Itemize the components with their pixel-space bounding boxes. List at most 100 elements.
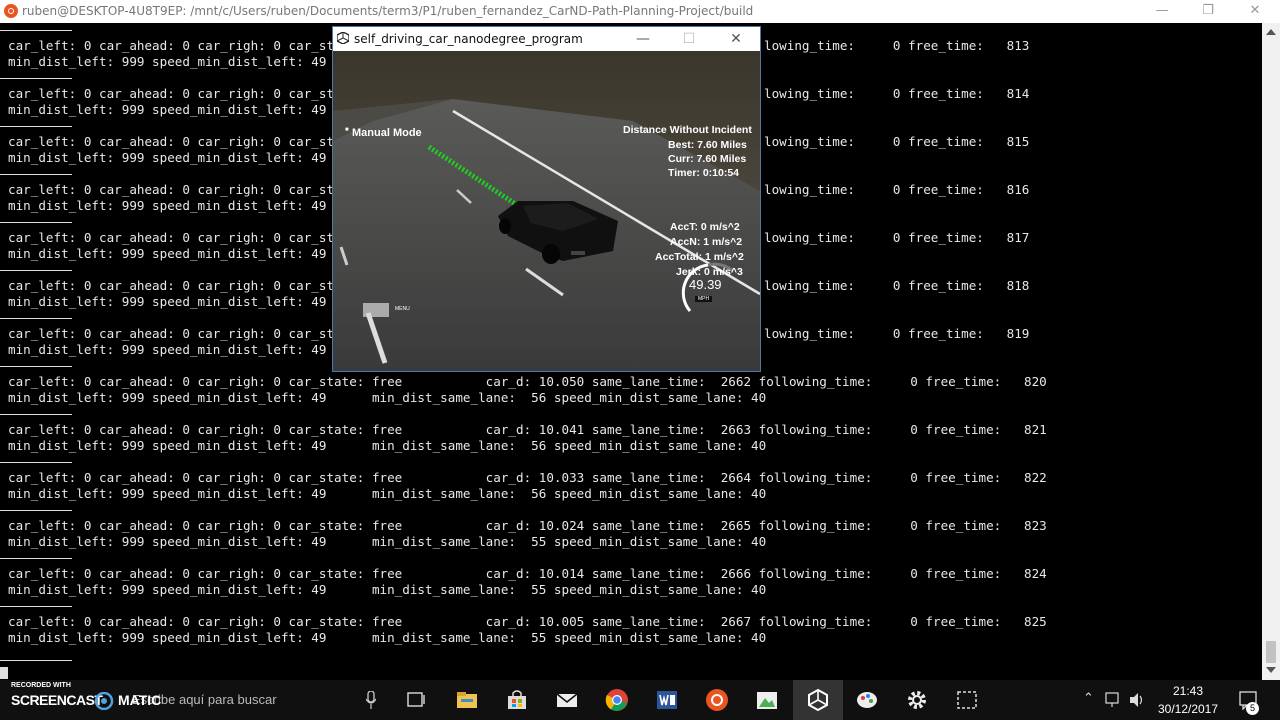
timer: Timer: 0:10:54 bbox=[668, 167, 740, 179]
unity-icon bbox=[337, 32, 349, 44]
simulator-title: self_driving_car_nanodegree_program bbox=[354, 32, 583, 46]
ubuntu-icon bbox=[4, 4, 18, 18]
word-icon[interactable] bbox=[655, 688, 679, 712]
log-line: lowing_time: 0 free_time: 814 bbox=[764, 86, 1030, 101]
log-line: car_left: 0 car_ahead: 0 car_righ: 0 car… bbox=[8, 86, 350, 101]
log-line: min_dist_left: 999 speed_min_dist_left: … bbox=[8, 486, 767, 501]
screencast-logo-icon bbox=[94, 692, 114, 710]
terminal-title: ruben@DESKTOP-4U8T9EP: /mnt/c/Users/rube… bbox=[22, 4, 754, 18]
separator-line bbox=[0, 30, 72, 31]
log-line: min_dist_left: 999 speed_min_dist_left: … bbox=[8, 534, 767, 549]
simulator-window[interactable]: self_driving_car_nanodegree_program — ☐ … bbox=[333, 27, 760, 371]
scroll-up-arrow-icon[interactable] bbox=[1266, 29, 1276, 35]
separator-line bbox=[0, 462, 72, 463]
separator-line bbox=[0, 126, 72, 127]
separator-line bbox=[0, 558, 72, 559]
separator-line bbox=[0, 510, 72, 511]
log-line: car_left: 0 car_ahead: 0 car_righ: 0 car… bbox=[8, 278, 350, 293]
minimize-button[interactable]: — bbox=[1147, 2, 1177, 20]
separator-line bbox=[0, 222, 72, 223]
task-view-icon[interactable] bbox=[404, 688, 428, 712]
volume-icon[interactable] bbox=[1128, 691, 1146, 709]
log-line: lowing_time: 0 free_time: 819 bbox=[764, 326, 1030, 341]
scroll-thumb[interactable] bbox=[1266, 641, 1276, 663]
mail-icon[interactable] bbox=[555, 688, 579, 712]
manual-mode-checkbox[interactable]: ■ bbox=[345, 127, 349, 133]
best-distance: Best: 7.60 Miles bbox=[668, 139, 747, 151]
sim-maximize-button[interactable]: ☐ bbox=[676, 30, 702, 48]
log-line: car_left: 0 car_ahead: 0 car_righ: 0 car… bbox=[8, 230, 350, 245]
terminal-titlebar[interactable]: ruben@DESKTOP-4U8T9EP: /mnt/c/Users/rube… bbox=[0, 0, 1280, 23]
scroll-down-arrow-icon[interactable] bbox=[1266, 667, 1276, 673]
watermark-matic: MATIC bbox=[118, 692, 162, 708]
log-line: min_dist_left: 999 speed_min_dist_left: … bbox=[8, 582, 767, 597]
screencast-watermark: RECORDED WITH SCREENCAST MATIC bbox=[0, 680, 190, 720]
image-editor-icon[interactable] bbox=[755, 688, 779, 712]
log-line: min_dist_left: 999 speed_min_dist_left: … bbox=[8, 438, 767, 453]
watermark-recorded: RECORDED WITH bbox=[11, 682, 71, 689]
log-line: min_dist_left: 999 speed_min_dist_left: … bbox=[8, 390, 767, 405]
log-line: min_dist_left: 999 speed_min_dist_left: … bbox=[8, 102, 327, 117]
clock-date[interactable]: 30/12/2017 bbox=[1150, 702, 1226, 716]
close-button[interactable]: ✕ bbox=[1240, 2, 1270, 20]
menu-button[interactable]: MENU bbox=[395, 306, 410, 312]
clock-time[interactable]: 21:43 bbox=[1154, 684, 1222, 698]
log-line: car_left: 0 car_ahead: 0 car_righ: 0 car… bbox=[8, 614, 1047, 629]
chrome-icon[interactable] bbox=[605, 688, 629, 712]
acc-total: AccTotal: 1 m/s^2 bbox=[655, 251, 744, 263]
store-icon[interactable] bbox=[505, 688, 529, 712]
log-line: min_dist_left: 999 speed_min_dist_left: … bbox=[8, 294, 327, 309]
log-line: lowing_time: 0 free_time: 815 bbox=[764, 134, 1030, 149]
log-line: min_dist_left: 999 speed_min_dist_left: … bbox=[8, 630, 767, 645]
log-line: lowing_time: 0 free_time: 813 bbox=[764, 38, 1030, 53]
speed-value: 49.39 bbox=[689, 277, 722, 292]
manual-mode-label: Manual Mode bbox=[352, 127, 422, 139]
terminal-scrollbar[interactable] bbox=[1262, 23, 1280, 680]
sim-minimize-button[interactable]: — bbox=[630, 30, 656, 48]
separator-line bbox=[0, 318, 72, 319]
separator-line bbox=[0, 270, 72, 271]
log-line: min_dist_left: 999 speed_min_dist_left: … bbox=[8, 342, 327, 357]
maximize-button[interactable]: ❐ bbox=[1193, 2, 1223, 20]
log-line: car_left: 0 car_ahead: 0 car_righ: 0 car… bbox=[8, 134, 350, 149]
log-line: car_left: 0 car_ahead: 0 car_righ: 0 car… bbox=[8, 566, 1047, 581]
log-line: car_left: 0 car_ahead: 0 car_righ: 0 car… bbox=[8, 182, 350, 197]
file-explorer-icon[interactable] bbox=[455, 688, 479, 712]
log-line: min_dist_left: 999 speed_min_dist_left: … bbox=[8, 54, 327, 69]
microphone-icon[interactable] bbox=[366, 691, 376, 709]
separator-line bbox=[0, 78, 72, 79]
road-scene bbox=[333, 51, 760, 371]
log-line: lowing_time: 0 free_time: 818 bbox=[764, 278, 1030, 293]
ubuntu-terminal-icon[interactable] bbox=[705, 688, 729, 712]
distance-header: Distance Without Incident bbox=[623, 124, 752, 136]
log-line: car_left: 0 car_ahead: 0 car_righ: 0 car… bbox=[8, 422, 1047, 437]
network-icon[interactable] bbox=[1104, 691, 1122, 709]
terminal-cursor bbox=[0, 667, 8, 679]
separator-line bbox=[0, 366, 72, 367]
chevron-up-icon[interactable]: ⌃ bbox=[1083, 691, 1094, 706]
snipping-tool-icon[interactable] bbox=[955, 688, 979, 712]
acc-t: AccT: 0 m/s^2 bbox=[670, 221, 740, 233]
separator-line bbox=[0, 414, 72, 415]
log-line: car_left: 0 car_ahead: 0 car_righ: 0 car… bbox=[8, 374, 1047, 389]
log-line: lowing_time: 0 free_time: 816 bbox=[764, 182, 1030, 197]
log-line: min_dist_left: 999 speed_min_dist_left: … bbox=[8, 150, 327, 165]
simulator-viewport[interactable]: ■ Manual Mode Distance Without Incident … bbox=[333, 51, 760, 371]
log-line: min_dist_left: 999 speed_min_dist_left: … bbox=[8, 246, 327, 261]
taskbar: Escribe aquí para buscar ⌃ 21:43 30/12/2… bbox=[0, 680, 1280, 720]
acc-n: AccN: 1 m/s^2 bbox=[670, 236, 743, 248]
log-line: car_left: 0 car_ahead: 0 car_righ: 0 car… bbox=[8, 518, 1047, 533]
gear-icon[interactable] bbox=[905, 688, 929, 712]
separator-line bbox=[0, 606, 72, 607]
log-line: lowing_time: 0 free_time: 817 bbox=[764, 230, 1030, 245]
paint-icon[interactable] bbox=[855, 688, 879, 712]
current-distance: Curr: 7.60 Miles bbox=[668, 153, 747, 165]
separator-line bbox=[0, 660, 72, 661]
unity-app-icon[interactable] bbox=[806, 688, 830, 712]
log-line: car_left: 0 car_ahead: 0 car_righ: 0 car… bbox=[8, 326, 350, 341]
sim-close-button[interactable]: ✕ bbox=[723, 30, 749, 48]
log-line: car_left: 0 car_ahead: 0 car_righ: 0 car… bbox=[8, 470, 1047, 485]
watermark-screencast: SCREENCAST bbox=[11, 692, 103, 708]
notification-badge: 5 bbox=[1246, 702, 1259, 715]
simulator-titlebar[interactable]: self_driving_car_nanodegree_program — ☐ … bbox=[333, 27, 760, 51]
